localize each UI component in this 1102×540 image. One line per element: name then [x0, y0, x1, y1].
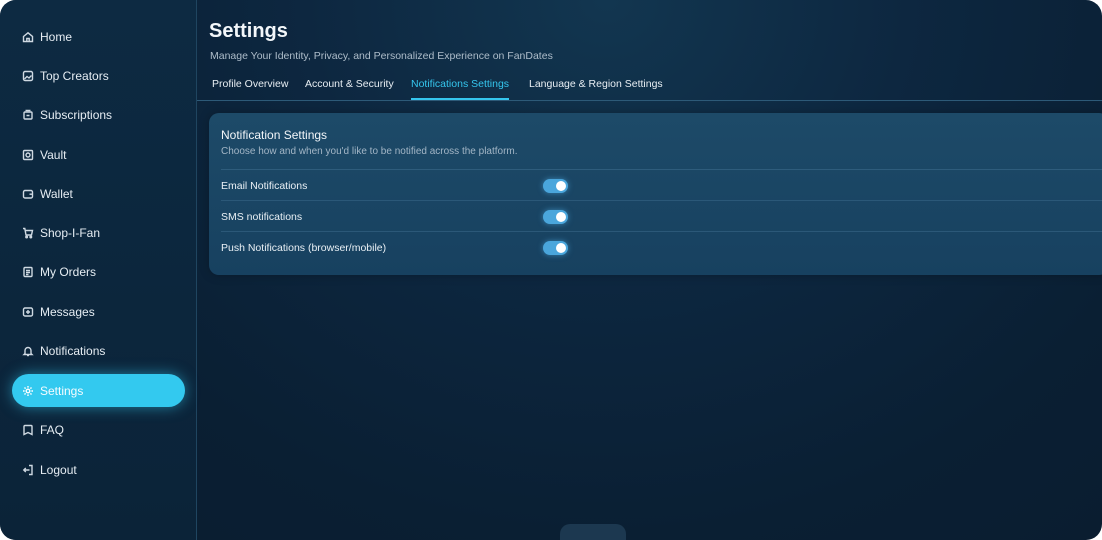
sidebar-item-messages[interactable]: Messages — [12, 295, 185, 328]
sidebar-item-logout[interactable]: Logout — [12, 453, 185, 486]
toggle-knob — [556, 212, 566, 222]
toggle-knob — [556, 243, 566, 253]
app-window: Home Top Creators Subscriptions Vault Wa — [0, 0, 1102, 540]
sidebar-item-shop[interactable]: Shop-I-Fan — [12, 216, 185, 249]
page-title: Settings — [209, 20, 288, 42]
sidebar-item-my-orders[interactable]: My Orders — [12, 255, 185, 288]
sidebar-item-label: Subscriptions — [40, 107, 113, 122]
sidebar-item-faq[interactable]: FAQ — [12, 413, 185, 446]
sidebar-item-label: My Orders — [40, 264, 97, 279]
image-icon — [21, 69, 34, 82]
faq-icon — [21, 423, 34, 436]
sidebar: Home Top Creators Subscriptions Vault Wa — [0, 0, 197, 540]
tab-notifications-settings[interactable]: Notifications Settings — [411, 78, 510, 100]
sidebar-item-label: Vault — [40, 147, 67, 162]
sidebar-item-home[interactable]: Home — [12, 20, 185, 53]
setting-label: Email Notifications — [221, 180, 308, 192]
sidebar-item-vault[interactable]: Vault — [12, 138, 185, 171]
tab-profile-overview[interactable]: Profile Overview — [212, 78, 288, 98]
sidebar-item-top-creators[interactable]: Top Creators — [12, 59, 185, 92]
email-notifications-toggle[interactable] — [543, 179, 568, 193]
sms-notifications-toggle[interactable] — [543, 210, 568, 224]
sidebar-item-label: Logout — [40, 462, 77, 477]
home-icon — [21, 30, 34, 43]
notification-settings-card: Notification Settings Choose how and whe… — [209, 113, 1102, 275]
card-title: Notification Settings — [221, 128, 328, 142]
sidebar-item-label: Wallet — [40, 186, 73, 201]
cart-icon — [21, 226, 34, 239]
sidebar-item-label: Shop-I-Fan — [40, 225, 101, 240]
main-content: Settings Manage Your Identity, Privacy, … — [197, 0, 1102, 540]
tab-language-region[interactable]: Language & Region Settings — [529, 78, 663, 98]
orders-icon — [21, 265, 34, 278]
setting-label: SMS notifications — [221, 211, 303, 223]
sidebar-item-label: Notifications — [40, 343, 106, 358]
setting-row-sms: SMS notifications — [221, 201, 1102, 232]
sidebar-item-wallet[interactable]: Wallet — [12, 177, 185, 210]
page-subtitle: Manage Your Identity, Privacy, and Perso… — [210, 50, 553, 62]
vault-icon — [21, 148, 34, 161]
sidebar-item-label: Home — [40, 29, 73, 44]
sidebar-item-subscriptions[interactable]: Subscriptions — [12, 98, 185, 131]
setting-row-email: Email Notifications — [221, 170, 1102, 201]
toggle-knob — [556, 181, 566, 191]
sidebar-item-notifications[interactable]: Notifications — [12, 334, 185, 367]
bell-icon — [21, 344, 34, 357]
sidebar-item-label: Messages — [40, 304, 95, 319]
logout-icon — [21, 463, 34, 476]
setting-row-push: Push Notifications (browser/mobile) — [221, 232, 1102, 263]
sidebar-item-label: Top Creators — [40, 68, 109, 83]
setting-label: Push Notifications (browser/mobile) — [221, 242, 387, 254]
messages-icon — [21, 305, 34, 318]
tab-account-security[interactable]: Account & Security — [305, 78, 394, 98]
card-description: Choose how and when you'd like to be not… — [221, 146, 518, 157]
sidebar-item-label: Settings — [40, 383, 84, 398]
subscriptions-icon — [21, 108, 34, 121]
gear-icon — [21, 384, 34, 397]
settings-tabs: Profile Overview Account & Security Noti… — [197, 72, 1102, 101]
sidebar-item-label: FAQ — [40, 422, 65, 437]
push-notifications-toggle[interactable] — [543, 241, 568, 255]
bottom-drawer-handle[interactable] — [560, 524, 626, 540]
wallet-icon — [21, 187, 34, 200]
sidebar-item-settings[interactable]: Settings — [12, 374, 185, 407]
